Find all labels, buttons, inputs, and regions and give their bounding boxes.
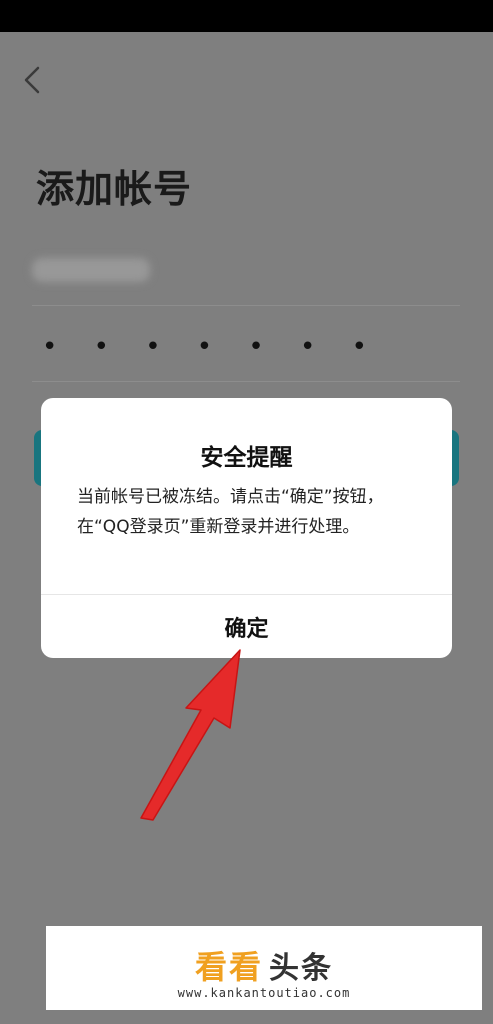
screen: 添加帐号 • • • • • • • 安全提醒 当前帐号已被冻结。请点击“确定”… [0, 0, 493, 1024]
watermark-url: www.kankantoutiao.com [177, 986, 351, 1000]
watermark-banner: 看看 头条 www.kankantoutiao.com [46, 926, 482, 1010]
confirm-button[interactable]: 确定 [41, 595, 452, 658]
password-mask: • • • • • • • [42, 332, 381, 362]
dialog-title: 安全提醒 [200, 445, 293, 471]
security-alert-dialog: 安全提醒 当前帐号已被冻结。请点击“确定”按钮，在“QQ登录页”重新登录并进行处… [41, 398, 452, 658]
chevron-left-icon [24, 66, 40, 94]
back-button[interactable] [18, 60, 48, 100]
password-input[interactable]: • • • • • • • [32, 322, 460, 382]
account-value-blurred [32, 258, 150, 282]
watermark-logo-secondary: 头条 [269, 951, 333, 986]
page-title: 添加帐号 [36, 167, 193, 211]
watermark-logo-primary: 看看 [194, 948, 263, 986]
watermark-logo: 看看 头条 [46, 942, 482, 988]
account-input[interactable] [32, 250, 460, 306]
dialog-message: 当前帐号已被冻结。请点击“确定”按钮，在“QQ登录页”重新登录并进行处理。 [77, 487, 384, 537]
status-bar [0, 0, 493, 32]
